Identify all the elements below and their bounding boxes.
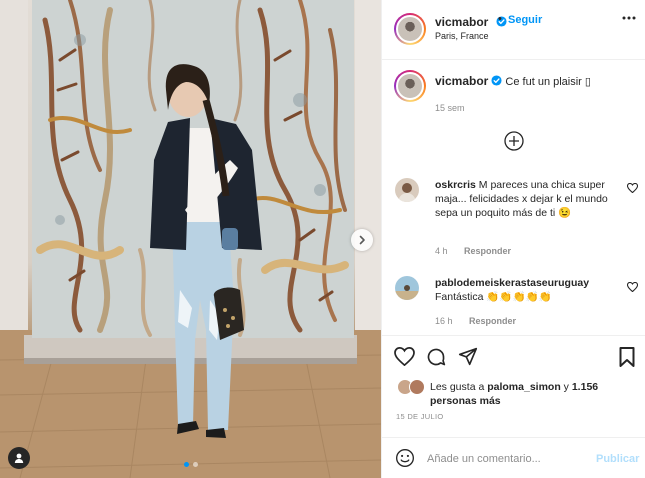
comment-meta: 4 h Responder	[435, 246, 525, 256]
caption-text: Ce fut un plaisir ▯	[505, 76, 591, 88]
carousel-dot	[192, 462, 198, 467]
post-location[interactable]: Paris, France	[435, 31, 489, 41]
header-separator: •	[498, 13, 502, 25]
comment-avatar[interactable]	[395, 276, 419, 300]
comment-time[interactable]: 16 h	[435, 316, 453, 326]
author-name-row: vicmabor	[435, 13, 507, 31]
comment-like-heart-icon[interactable]	[627, 282, 638, 292]
comment-username[interactable]: oskrcris	[435, 179, 476, 191]
paper-plane-icon[interactable]	[458, 347, 478, 366]
comment-like-heart-icon[interactable]	[627, 183, 638, 193]
chevron-right-icon	[359, 235, 365, 245]
caption-timestamp[interactable]: 15 sem	[435, 103, 465, 113]
carousel-next-button[interactable]	[351, 229, 373, 251]
liker-username[interactable]: paloma_simon	[487, 381, 561, 393]
post-header: vicmabor • Seguir Paris, France	[382, 0, 645, 60]
likes-connector: y	[560, 381, 572, 393]
carousel-indicator	[0, 462, 381, 467]
post-photo[interactable]	[0, 0, 381, 478]
post-actions	[382, 335, 645, 381]
likes-prefix: Les gusta a	[430, 381, 488, 393]
comment-meta: 16 h Responder	[435, 316, 530, 326]
caption-avatar[interactable]	[394, 70, 426, 102]
heart-icon[interactable]	[394, 347, 415, 366]
likers-avatars[interactable]	[397, 379, 431, 397]
instagram-post: vicmabor • Seguir Paris, France vicmabor…	[0, 0, 645, 478]
author-avatar[interactable]	[394, 13, 426, 45]
comment-username[interactable]: pablodemeiskerastaseuruguay	[435, 277, 589, 289]
post-side-panel: vicmabor • Seguir Paris, France vicmabor…	[381, 0, 645, 478]
smiley-icon[interactable]	[395, 448, 415, 468]
more-options-icon[interactable]	[622, 16, 636, 20]
comments-section: vicmabor Ce fut un plaisir ▯ 15 sem oskr…	[382, 60, 645, 335]
likes-summary: Les gusta a paloma_simon y 1.156 persona…	[382, 376, 645, 410]
publish-comment-button[interactable]: Publicar	[596, 453, 639, 465]
likes-text: Les gusta a paloma_simon y 1.156 persona…	[430, 380, 630, 408]
comment-body: pablodemeiskerastaseuruguay Fantástica 👏…	[435, 276, 621, 304]
post-image	[0, 0, 381, 478]
comment-time[interactable]: 4 h	[435, 246, 448, 256]
comment-body: oskrcris M pareces una chica super maja.…	[435, 178, 621, 220]
comment-avatar[interactable]	[395, 178, 419, 202]
reply-button[interactable]: Responder	[464, 246, 511, 256]
liker-avatar	[409, 379, 425, 395]
comment-bubble-icon[interactable]	[426, 347, 446, 367]
caption: vicmabor Ce fut un plaisir ▯	[435, 74, 591, 88]
post-date[interactable]: 15 DE JULIO	[396, 412, 443, 421]
reply-button[interactable]: Responder	[469, 316, 516, 326]
carousel-dot-active	[183, 462, 189, 467]
verified-badge-icon	[491, 75, 502, 86]
bookmark-icon[interactable]	[619, 347, 635, 367]
author-username[interactable]: vicmabor	[435, 15, 488, 29]
plus-circle-icon[interactable]	[504, 131, 524, 151]
comment-text: Fantástica 👏👏👏👏👏	[435, 291, 552, 303]
user-tag-icon	[14, 453, 24, 463]
user-tags-button[interactable]	[8, 447, 30, 469]
caption-username[interactable]: vicmabor	[435, 74, 488, 88]
follow-button[interactable]: Seguir	[508, 14, 542, 26]
comment-input[interactable]	[427, 449, 587, 469]
add-comment-bar: Publicar	[382, 437, 645, 478]
